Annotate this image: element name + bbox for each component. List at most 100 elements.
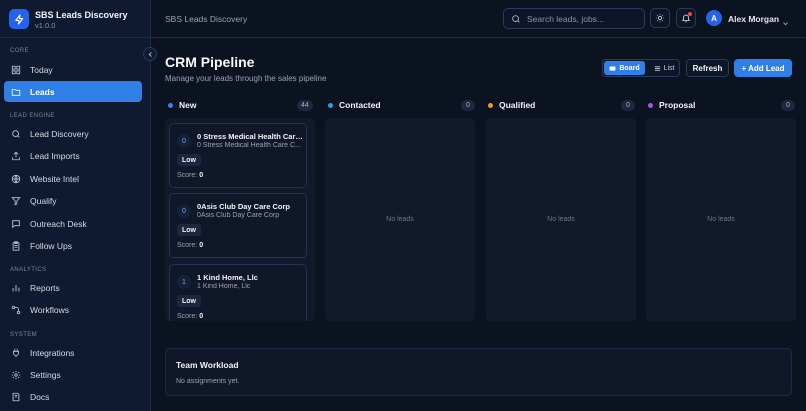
team-workload-empty: No assignments yet. <box>176 378 240 385</box>
sidebar-item-label: Workflows <box>30 304 70 315</box>
status-dot <box>168 102 173 108</box>
list-icon <box>654 65 661 72</box>
search-icon <box>10 128 22 140</box>
bolt-icon <box>9 9 29 29</box>
lead-number: 1 <box>177 275 191 289</box>
avatar[interactable]: A <box>706 10 722 26</box>
sidebar-item-lead-discovery[interactable]: Lead Discovery <box>4 123 142 144</box>
add-lead-button[interactable]: + Add Lead <box>734 59 792 77</box>
globe-icon <box>10 173 22 185</box>
priority-badge: Low <box>177 295 201 307</box>
priority-badge: Low <box>177 224 201 236</box>
column-header-qualified: Qualified <box>488 99 535 111</box>
sidebar-collapse-button[interactable] <box>143 47 157 61</box>
app-root: SBS Leads Discovery v1.0.0 Core Today Le… <box>0 0 806 411</box>
lead-company: 0Asis Club Day Care Corp <box>197 212 280 219</box>
column-count-badge: 0 <box>621 100 635 111</box>
section-label-core: Core <box>10 48 29 54</box>
column-new: 0 0 Stress Medical Health Care ... 0 Str… <box>165 118 315 321</box>
sidebar-item-label: Website Intel <box>30 173 79 184</box>
breadcrumb: SBS Leads Discovery <box>165 14 248 24</box>
bar-chart-icon <box>10 282 22 294</box>
empty-column-text: No leads <box>707 216 735 223</box>
column-title: Proposal <box>659 100 696 110</box>
sidebar-item-label: Reports <box>30 282 60 293</box>
column-count-badge: 44 <box>297 100 313 111</box>
grid-icon <box>10 64 22 76</box>
theme-toggle-button[interactable] <box>650 8 670 28</box>
column-title: Contacted <box>339 100 381 110</box>
brand-version: v1.0.0 <box>35 21 56 30</box>
sidebar-item-today[interactable]: Today <box>4 59 142 80</box>
lead-company: 0 Stress Medical Health Care C... <box>197 142 301 149</box>
column-count-badge: 0 <box>781 100 795 111</box>
user-name[interactable]: Alex Morgan <box>728 14 779 24</box>
sidebar-item-docs[interactable]: Docs <box>4 386 142 407</box>
upload-icon <box>10 150 22 162</box>
column-header-contacted: Contacted <box>328 99 381 111</box>
sidebar-item-label: Docs <box>30 391 50 402</box>
sidebar-item-qualify[interactable]: Qualify <box>4 190 142 211</box>
sidebar-item-reports[interactable]: Reports <box>4 277 142 298</box>
lead-score: Score: 0 <box>177 242 204 249</box>
board-view-label: Board <box>619 64 640 72</box>
funnel-icon <box>10 195 22 207</box>
search-icon <box>511 14 521 24</box>
board-icon <box>609 65 616 72</box>
sidebar-item-label: Outreach Desk <box>30 218 87 229</box>
sidebar-item-label: Leads <box>30 86 55 97</box>
lead-card[interactable]: 1 1 Kind Home, Llc 1 Kind Home, Llc Low … <box>169 264 307 321</box>
lead-score: Score: 0 <box>177 172 204 179</box>
team-workload-title: Team Workload <box>176 360 239 370</box>
lead-card[interactable]: 0 0Asis Club Day Care Corp 0Asis Club Da… <box>169 193 307 258</box>
workflow-icon <box>10 304 22 316</box>
priority-badge: Low <box>177 154 201 166</box>
plug-icon <box>10 347 22 359</box>
column-header-new: New <box>168 99 196 111</box>
search-input[interactable] <box>527 13 637 24</box>
sidebar-item-integrations[interactable]: Integrations <box>4 342 142 363</box>
list-view-button[interactable]: List <box>649 61 679 75</box>
section-label-analytics: Analytics <box>10 267 47 273</box>
lead-number: 0 <box>177 204 191 218</box>
lead-card[interactable]: 0 0 Stress Medical Health Care ... 0 Str… <box>169 123 307 188</box>
sidebar-item-leads[interactable]: Leads <box>4 81 142 102</box>
brand: SBS Leads Discovery v1.0.0 <box>0 0 151 38</box>
empty-column-text: No leads <box>547 216 575 223</box>
sidebar-item-lead-imports[interactable]: Lead Imports <box>4 145 142 166</box>
sidebar-item-outreach-desk[interactable]: Outreach Desk <box>4 213 142 234</box>
brand-title: SBS Leads Discovery <box>35 10 128 20</box>
search-box[interactable] <box>503 8 645 29</box>
lead-name: 1 Kind Home, Llc <box>197 273 258 282</box>
list-view-label: List <box>663 64 675 72</box>
column-count-badge: 0 <box>461 100 475 111</box>
status-dot <box>648 102 653 108</box>
section-label-system: System <box>10 332 38 338</box>
lead-name: 0 Stress Medical Health Care ... <box>197 132 303 141</box>
notifications-button[interactable] <box>676 8 696 28</box>
lead-name: 0Asis Club Day Care Corp <box>197 202 290 211</box>
view-toggle: Board List <box>602 59 680 77</box>
empty-column-text: No leads <box>386 216 414 223</box>
sidebar-item-label: Today <box>30 64 53 75</box>
message-icon <box>10 218 22 230</box>
sun-icon <box>655 13 665 23</box>
board-view-button[interactable]: Board <box>604 61 645 75</box>
sidebar-item-website-intel[interactable]: Website Intel <box>4 168 142 189</box>
sidebar-item-label: Integrations <box>30 347 75 358</box>
page-title: CRM Pipeline <box>165 54 255 70</box>
column-header-proposal: Proposal <box>648 99 695 111</box>
sidebar-item-follow-ups[interactable]: Follow Ups <box>4 235 142 256</box>
sidebar-item-label: Lead Imports <box>30 150 80 161</box>
notification-dot <box>688 12 692 16</box>
sidebar-item-settings[interactable]: Settings <box>4 364 142 385</box>
lead-score: Score: 0 <box>177 313 204 320</box>
lead-number: 0 <box>177 134 191 148</box>
section-label-lead-engine: Lead Engine <box>10 113 55 119</box>
topbar: SBS Leads Discovery A Alex Morgan <box>151 0 806 38</box>
folder-icon <box>10 86 22 98</box>
refresh-button[interactable]: Refresh <box>686 59 729 77</box>
sidebar-item-label: Lead Discovery <box>30 128 89 139</box>
chevron-down-icon[interactable] <box>782 14 789 32</box>
sidebar-item-workflows[interactable]: Workflows <box>4 299 142 320</box>
